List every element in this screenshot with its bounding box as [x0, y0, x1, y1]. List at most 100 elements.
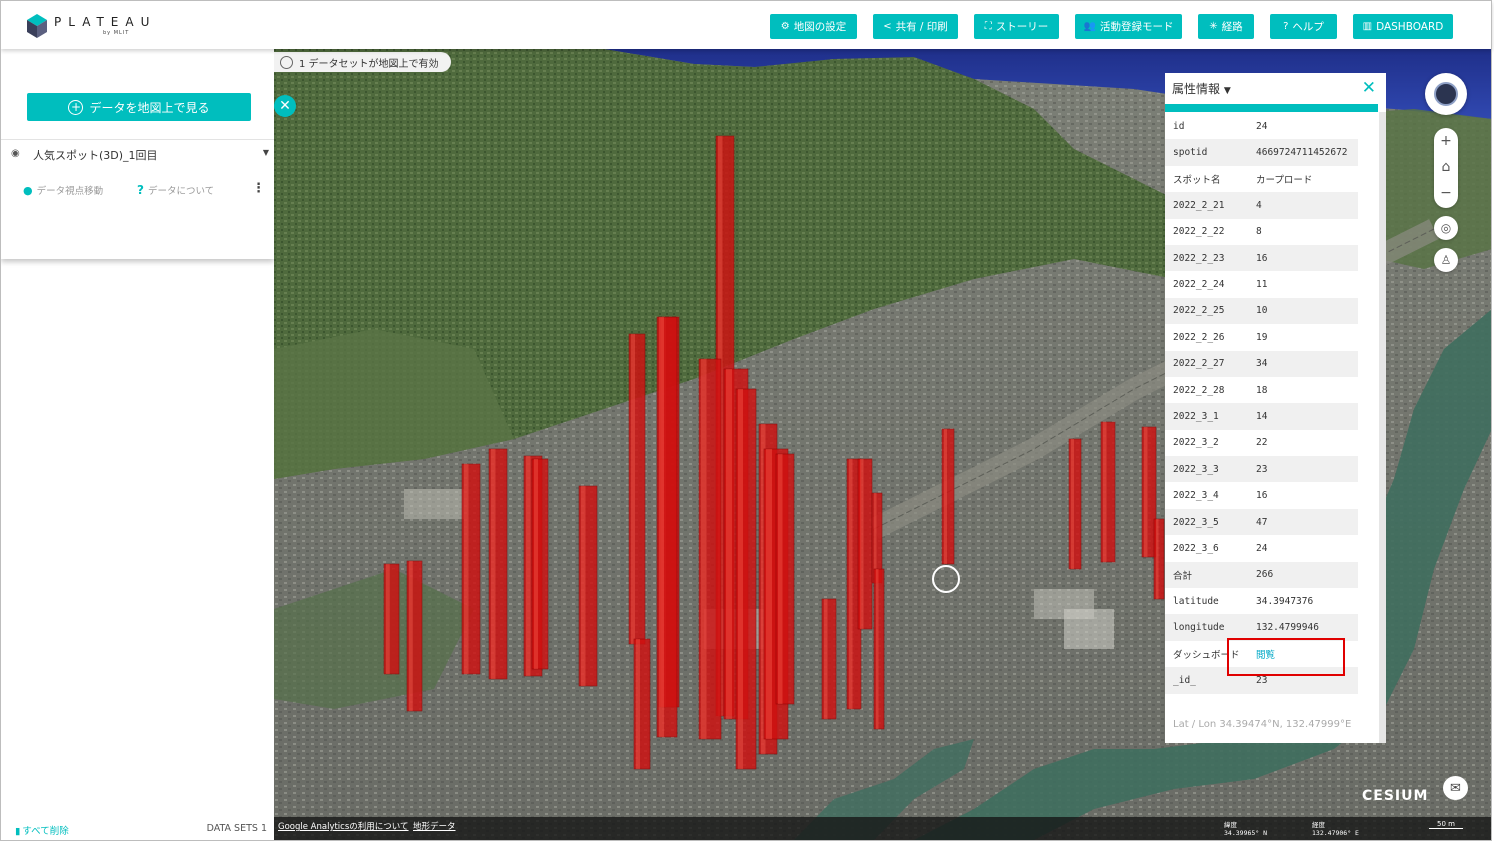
nav-label: 共有 / 印刷: [895, 21, 948, 33]
zoom-out-icon[interactable]: −: [1434, 180, 1458, 206]
attribute-row: 2022_2_21 4: [1165, 192, 1358, 219]
attribute-row: latitude 34.3947376: [1165, 588, 1358, 614]
help-icon: ?: [1283, 21, 1289, 32]
nav-label: ストーリー: [995, 21, 1049, 33]
attribute-row: longitude 132.4799946: [1165, 614, 1358, 641]
attribute-key: 2022_3_1: [1173, 410, 1219, 422]
spot-bar-highlight: [849, 459, 853, 709]
locate-icon[interactable]: ◎: [1434, 216, 1458, 240]
pedestrian-icon[interactable]: ♙: [1434, 248, 1458, 272]
compass-dial: [1434, 82, 1458, 106]
attribute-row: 2022_2_27 34: [1165, 350, 1358, 377]
dataset-row[interactable]: ◉ 人気スポット(3D)_1回目 ▼: [11, 147, 269, 163]
attribute-row: id 24: [1165, 113, 1358, 139]
attribute-row: 2022_3_1 14: [1165, 403, 1358, 430]
attribute-row: 2022_3_4 16: [1165, 482, 1358, 508]
terrain-link[interactable]: 地形データ: [413, 820, 456, 832]
latlon-readout: Lat / Lon 34.39474°N, 132.47999°E: [1173, 719, 1352, 730]
attribute-row: 2022_3_6 24: [1165, 535, 1358, 561]
attribute-key: 2022_2_26: [1173, 331, 1225, 343]
analytics-link[interactable]: Google Analyticsの利用について: [278, 820, 409, 832]
add-data-button[interactable]: + データを地図上で見る: [27, 93, 251, 121]
attribute-row: 2022_2_25 10: [1165, 297, 1358, 325]
close-sidebar-icon[interactable]: ✕: [274, 95, 296, 117]
attribute-table: id 24 spotid 4669724711452672 スポット名 カープロード 202…: [1165, 113, 1358, 694]
share-print-button[interactable]: < 共有 / 印刷: [873, 14, 958, 39]
attribute-title-text: 属性情報: [1172, 82, 1221, 96]
help-button[interactable]: ? ヘルプ: [1270, 14, 1337, 39]
attribute-key: 2022_2_27: [1173, 358, 1225, 370]
attribute-key: 2022_2_21: [1173, 199, 1225, 211]
spot-bar-highlight: [876, 569, 879, 729]
longitude-value: 132.47906° E: [1312, 829, 1359, 837]
zoom-in-icon[interactable]: +: [1434, 128, 1458, 154]
close-panel-icon[interactable]: ✕: [1362, 78, 1376, 98]
route-button[interactable]: ✳ 経路: [1198, 14, 1254, 39]
longitude-label: 経度: [1312, 821, 1325, 829]
spot-bar-highlight: [944, 429, 947, 564]
spot-bar-highlight: [386, 564, 390, 674]
attribute-row: 合計 266: [1165, 561, 1358, 589]
active-dataset-notice: 1 データセットが地図上で有効: [274, 52, 451, 72]
attribute-value: 266: [1256, 569, 1274, 581]
add-data-label: データを地図上で見る: [89, 100, 210, 115]
move-to-data-link[interactable]: ● データ視点移動: [23, 183, 103, 197]
plus-circle-icon: +: [68, 99, 84, 115]
attribute-value: 132.4799946: [1256, 622, 1319, 634]
clear-all-button[interactable]: すべて削除: [22, 826, 68, 837]
trash-icon[interactable]: ▮: [15, 826, 20, 837]
spot-bar-highlight: [491, 449, 496, 679]
map-settings-button[interactable]: ⚙ 地図の設定: [770, 14, 857, 39]
about-data-link[interactable]: ? データについて: [137, 183, 214, 197]
spot-bar-highlight: [636, 639, 640, 769]
caret-down-icon: ▼: [1223, 86, 1231, 96]
people-icon: 👥: [1083, 21, 1096, 32]
attribute-key: 2022_2_22: [1173, 226, 1225, 238]
about-data-label: データについて: [147, 186, 215, 197]
attribute-header-bar: [1165, 104, 1378, 112]
dataset-count: DATA SETS 1: [206, 823, 267, 834]
attribute-key: 2022_3_2: [1173, 437, 1219, 449]
attribute-value: 24: [1256, 542, 1268, 554]
more-options-icon[interactable]: ⋮: [252, 181, 265, 196]
app-header: PLATEAU by MLIT ⚙ 地図の設定 < 共有 / 印刷 ⛶ ストーリー 👥…: [1, 1, 1492, 49]
story-button[interactable]: ⛶ ストーリー: [974, 14, 1059, 39]
spot-bar[interactable]: [1068, 438, 1082, 570]
attribute-value: 16: [1256, 252, 1268, 264]
attribute-value: 8: [1256, 226, 1262, 238]
attribute-panel-title[interactable]: 属性情報 ▼: [1172, 80, 1231, 97]
building-block: [404, 489, 464, 519]
attribute-row: 2022_2_23 16: [1165, 244, 1358, 272]
spot-bar-highlight: [526, 456, 531, 676]
spot-bar[interactable]: [1153, 518, 1165, 600]
attribute-key: longitude: [1173, 622, 1225, 634]
attribute-value: 4: [1256, 199, 1262, 211]
spot-bar-highlight: [581, 486, 586, 686]
caret-down-icon[interactable]: ▼: [263, 148, 269, 157]
spot-bar[interactable]: [941, 428, 955, 565]
latitude-readout: 緯度 34.39965° N: [1224, 821, 1267, 837]
latitude-label: 緯度: [1224, 821, 1237, 829]
attribute-key: spotid: [1173, 147, 1208, 159]
pin-icon: ●: [23, 184, 33, 197]
spot-bar-highlight: [701, 359, 707, 739]
attribute-value: カープロード: [1256, 174, 1313, 186]
feedback-icon[interactable]: ✉: [1443, 776, 1468, 800]
building-block: [1064, 609, 1114, 649]
dashboard-button[interactable]: ▥ DASHBOARD: [1353, 14, 1453, 39]
attribute-key: 2022_3_4: [1173, 490, 1219, 502]
map-footer: Google Analyticsの利用について 地形データ 緯度 34.3996…: [274, 817, 1492, 840]
plateau-logo-icon[interactable]: [25, 13, 49, 39]
attribute-key: 2022_2_25: [1173, 305, 1225, 317]
attribute-scrollbar[interactable]: [1379, 112, 1386, 743]
zoom-controls: + ⌂ −: [1434, 128, 1458, 208]
home-icon[interactable]: ⌂: [1434, 154, 1458, 180]
eye-icon[interactable]: ◉: [11, 148, 20, 159]
spot-bar[interactable]: [873, 568, 885, 730]
spot-bar-highlight: [534, 459, 538, 669]
activity-mode-button[interactable]: 👥 活動登録モード: [1075, 14, 1182, 39]
compass-icon[interactable]: [1425, 73, 1467, 115]
attribute-row: 2022_2_26 19: [1165, 324, 1358, 350]
attribute-key: 2022_2_23: [1173, 252, 1225, 264]
attribute-value: 24: [1256, 120, 1268, 132]
